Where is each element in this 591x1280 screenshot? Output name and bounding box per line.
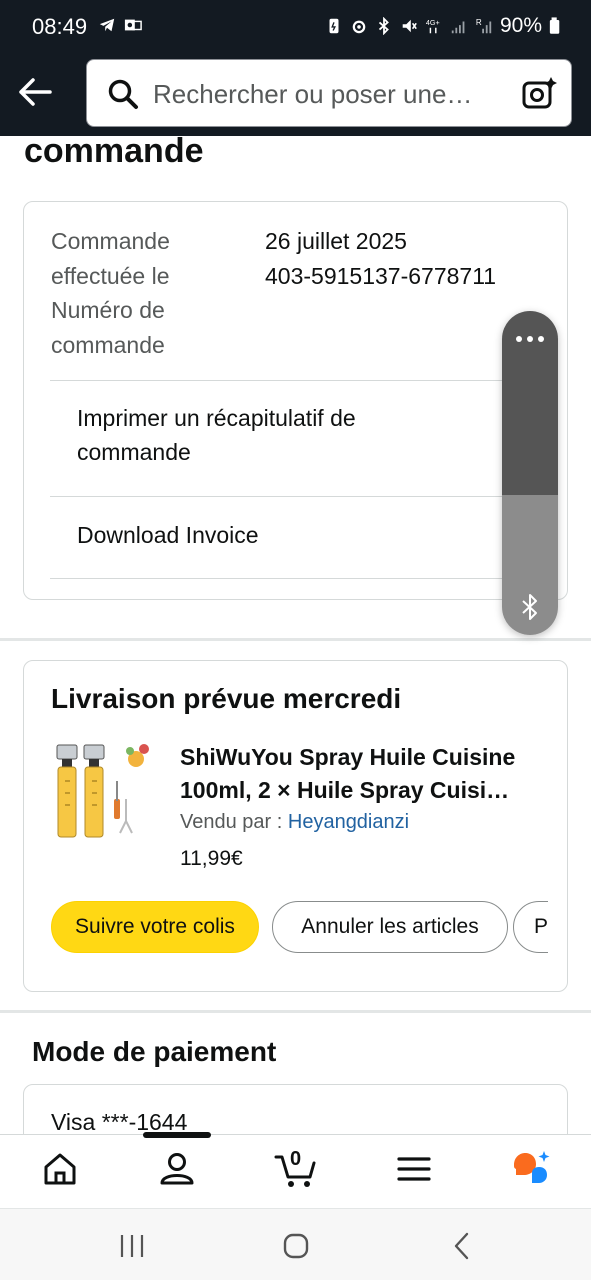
more-actions-button[interactable]: Po <box>513 901 548 953</box>
seller-label: Vendu par <box>180 811 272 833</box>
search-icon <box>108 79 138 109</box>
bluetooth-icon[interactable] <box>519 593 541 621</box>
telegram-icon <box>99 18 115 32</box>
label-line: commande <box>51 331 165 358</box>
product-price: 11,99€ <box>180 847 243 870</box>
active-tab-indicator <box>143 1132 211 1138</box>
alarm-icon <box>352 20 366 34</box>
seller-link[interactable]: Heyangdianzi <box>288 811 409 833</box>
signal-icon <box>451 21 465 34</box>
section-divider <box>0 1010 591 1013</box>
status-bar: 08:49 4G+ R 90% <box>0 0 591 56</box>
print-summary-link[interactable]: Imprimer un récapitulatif de commande <box>77 401 356 469</box>
svg-text:R: R <box>476 18 482 27</box>
recent-apps-icon[interactable] <box>117 1231 147 1261</box>
bluetooth-status-icon <box>378 17 389 35</box>
order-labels: Commande effectuée le Numéro de commande <box>51 224 251 362</box>
rufus-assistant-icon[interactable] <box>510 1149 554 1189</box>
search-placeholder: Rechercher ou poser une… <box>153 79 473 109</box>
search-header: Rechercher ou poser une… <box>0 56 591 136</box>
payment-heading: Mode de paiement <box>32 1036 277 1067</box>
status-time: 08:49 <box>32 14 88 39</box>
svg-text:4G+: 4G+ <box>426 18 440 27</box>
label-line: Numéro de <box>51 297 165 323</box>
outlook-icon <box>124 19 142 31</box>
status-left-icons <box>98 16 142 34</box>
divider <box>50 578 542 579</box>
more-dots-icon[interactable] <box>515 335 545 343</box>
system-nav-bar <box>0 1208 591 1280</box>
floating-control-panel[interactable] <box>502 311 558 635</box>
seller-line: Vendu par : Heyangdianzi <box>180 811 409 834</box>
menu-icon[interactable] <box>394 1149 434 1189</box>
home-icon[interactable] <box>40 1149 80 1189</box>
divider <box>50 496 542 497</box>
seller-separator: : <box>271 811 288 833</box>
battery-saver-icon <box>329 18 339 34</box>
camera-search-icon[interactable] <box>521 75 557 111</box>
battery-icon <box>549 17 560 34</box>
order-values: 26 juillet 2025 403-5915137-6778711 <box>265 224 496 293</box>
shipment-card: Livraison prévue mercredi ShiWuYou Spray… <box>23 660 568 992</box>
label-line: Commande <box>51 228 170 254</box>
product-title-line: ShiWuYou Spray Huile Cuisine <box>180 744 516 770</box>
back-button-icon[interactable] <box>447 1231 477 1261</box>
print-summary-line: Imprimer un récapitulatif de <box>77 405 356 431</box>
order-date: 26 juillet 2025 <box>265 228 407 254</box>
back-arrow-icon[interactable] <box>16 74 54 110</box>
network-4g-icon: 4G+ <box>426 18 440 34</box>
divider <box>50 380 542 381</box>
cart-count: 0 <box>290 1148 302 1170</box>
bottom-nav: 0 <box>0 1132 591 1208</box>
product-title-link[interactable]: ShiWuYou Spray Huile Cuisine 100ml, 2 × … <box>180 741 550 807</box>
label-line: effectuée le <box>51 262 170 289</box>
page-title: commande <box>24 132 204 170</box>
search-input[interactable]: Rechercher ou poser une… <box>86 59 572 127</box>
print-summary-line: commande <box>77 439 191 465</box>
delivery-estimate: Livraison prévue mercredi <box>51 683 402 714</box>
track-package-button[interactable]: Suivre votre colis <box>51 901 259 953</box>
signal-roaming-icon: R <box>476 18 492 34</box>
product-title-line: 100ml, 2 × Huile Spray Cuisi… <box>180 777 510 803</box>
cancel-items-button[interactable]: Annuler les articles <box>272 901 508 953</box>
home-button-icon[interactable] <box>281 1231 311 1261</box>
order-details-card: Commande effectuée le Numéro de commande… <box>23 201 568 600</box>
battery-percent: 90% <box>499 14 542 37</box>
mute-icon <box>402 19 417 33</box>
order-number: 403-5915137-6778711 <box>265 262 497 289</box>
download-invoice-link[interactable]: Download Invoice <box>77 518 259 552</box>
status-right-icons: 4G+ R 90% <box>325 14 561 38</box>
profile-icon[interactable] <box>157 1149 197 1189</box>
shipment-actions: Suivre votre colis Annuler les articles … <box>51 901 548 955</box>
section-divider <box>0 638 591 641</box>
product-image[interactable] <box>54 741 150 841</box>
